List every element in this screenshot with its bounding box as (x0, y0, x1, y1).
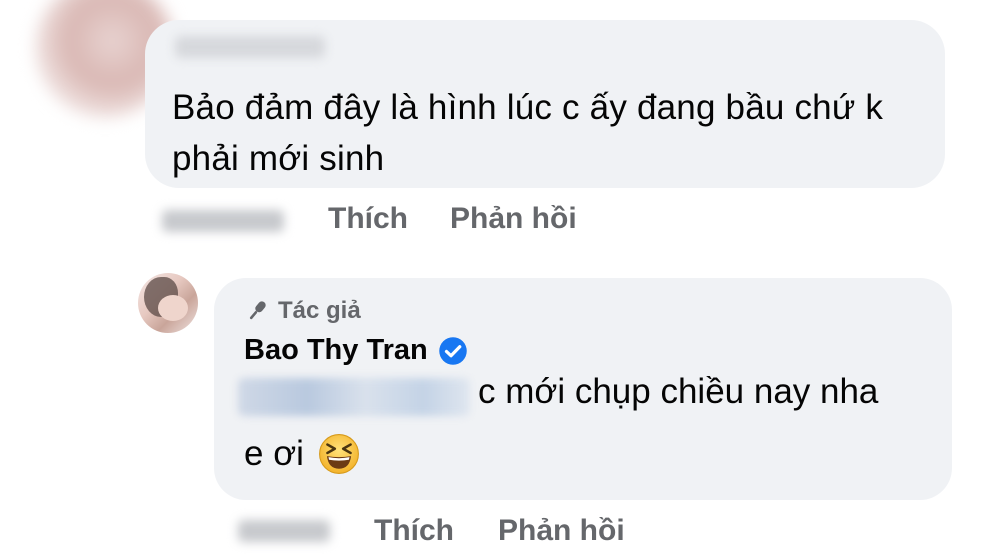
commenter-name-redacted[interactable] (175, 36, 325, 58)
reply-text-line-2: e ơi (244, 434, 304, 473)
reply-text-line-1: c mới chụp chiều nay nha (478, 372, 879, 411)
comment-text: Bảo đảm đây là hình lúc c ấy đang bầu ch… (172, 88, 884, 178)
timestamp-redacted[interactable] (238, 520, 330, 542)
author-avatar[interactable] (138, 273, 198, 333)
reply-button[interactable]: Phản hồi (498, 514, 625, 548)
mention-redacted[interactable] (238, 378, 470, 416)
microphone-icon (249, 301, 266, 320)
reply-text-line-2-row: e ơi (244, 433, 360, 475)
author-name[interactable]: Bao Thy Tran (244, 334, 428, 367)
timestamp-redacted[interactable] (162, 210, 284, 232)
laughing-squint-emoji-icon (318, 434, 359, 474)
author-badge: Tác giả (244, 297, 361, 325)
author-name-row: Bao Thy Tran (244, 334, 468, 367)
reply-button[interactable]: Phản hồi (450, 202, 577, 236)
like-button[interactable]: Thích (328, 202, 408, 236)
verified-check-icon (438, 336, 467, 365)
like-button[interactable]: Thích (374, 514, 454, 548)
author-badge-label: Tác giả (278, 297, 361, 324)
